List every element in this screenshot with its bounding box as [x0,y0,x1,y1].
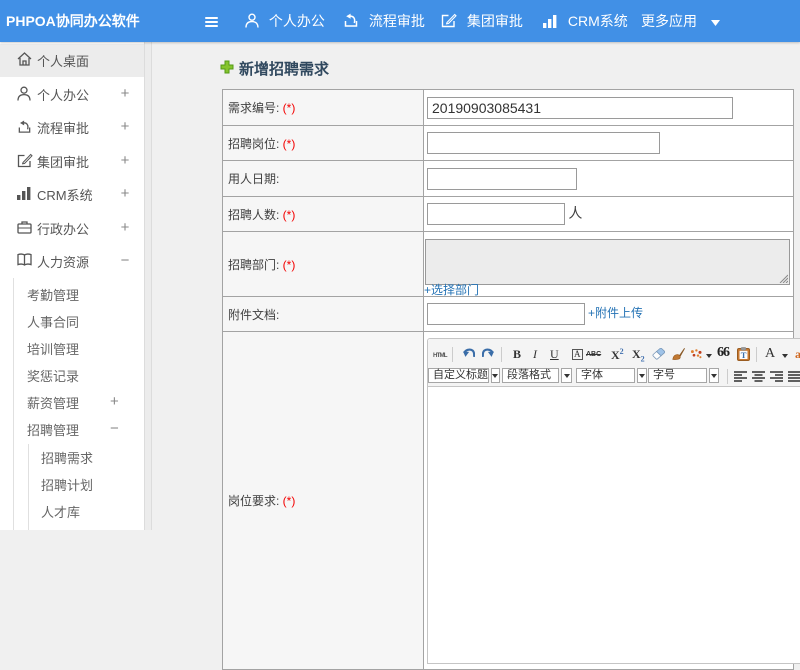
svg-text:HTML: HTML [433,352,448,358]
svg-text:T: T [741,350,747,360]
